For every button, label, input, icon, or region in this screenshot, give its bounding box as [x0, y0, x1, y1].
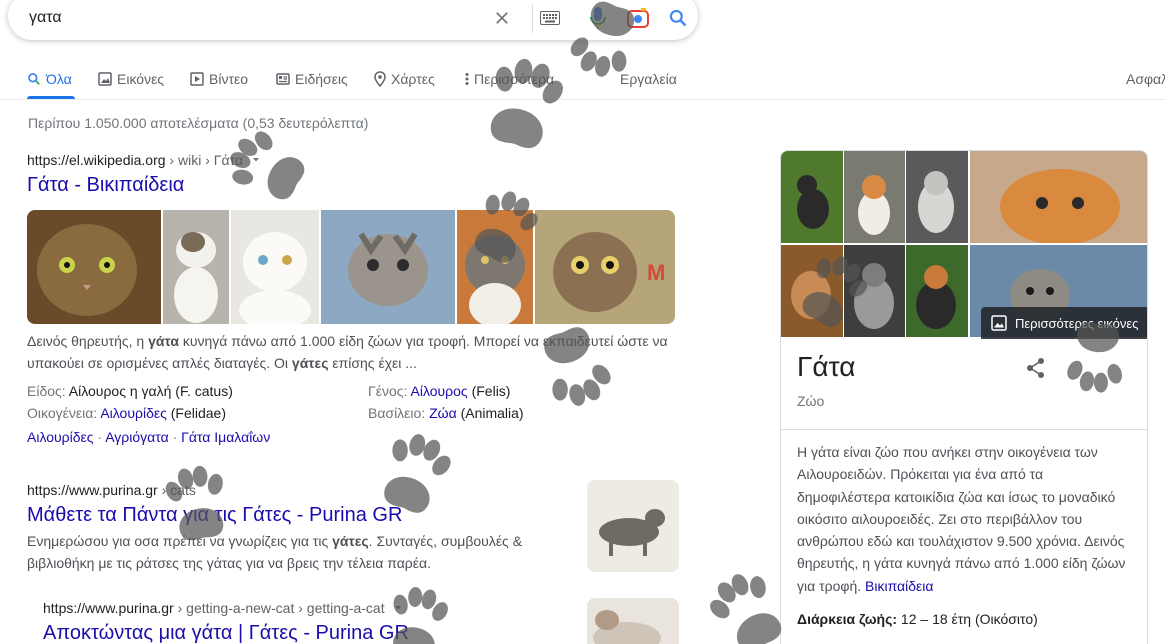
kp-lifespan: Διάρκεια ζωής: 12 – 18 έτη (Οικόσιτο): [797, 611, 1038, 627]
tab-news[interactable]: Ειδήσεις: [276, 68, 348, 90]
chevron-down-icon[interactable]: [393, 603, 403, 613]
result-title[interactable]: Γάτα - Βικιπαίδεια: [27, 172, 677, 198]
cat-photo[interactable]: [906, 245, 968, 337]
result-url[interactable]: https://www.purina.gr › cats: [27, 482, 577, 498]
result-snippet: Δεινός θηρευτής, η γάτα κυνηγά πάνω από …: [27, 333, 668, 371]
microphone-icon[interactable]: [586, 6, 610, 30]
cat-photo[interactable]: [906, 151, 968, 243]
related-link[interactable]: Αγριόγατα: [105, 429, 168, 445]
tab-label: Χάρτες: [391, 71, 435, 87]
result-site: https://www.purina.gr: [43, 600, 174, 616]
tab-safesearch[interactable]: Ασφαλ: [1126, 68, 1165, 90]
cat-photo[interactable]: [970, 151, 1148, 243]
cat-photo[interactable]: [163, 210, 229, 324]
cat-photo[interactable]: [27, 210, 161, 324]
knowledge-panel: Περισσότερες εικόνες Γάτα Ζώο Η γάτα είν…: [780, 150, 1148, 644]
result-thumbnail[interactable]: [587, 480, 679, 572]
tab-tools[interactable]: Εργαλεία: [620, 68, 677, 90]
result-stats: Περίπου 1.050.000 αποτελέσματα (0,53 δευ…: [28, 115, 369, 131]
search-result: https://www.purina.gr › cats Μάθετε τα Π…: [27, 482, 577, 574]
map-pin-icon: [374, 71, 386, 87]
chevron-down-icon[interactable]: [251, 155, 261, 165]
search-icon: [28, 73, 40, 85]
tab-maps[interactable]: Χάρτες: [374, 68, 435, 90]
more-images-button[interactable]: Περισσότερες εικόνες: [981, 307, 1147, 339]
result-snippet: Ενημερώσου για οσα πρέπει να γνωρίζεις γ…: [27, 533, 523, 571]
tab-label: Περισσότερα: [474, 71, 555, 87]
result-site: https://el.wikipedia.org: [27, 152, 166, 168]
search-divider: [532, 5, 533, 33]
cat-photo[interactable]: [321, 210, 455, 324]
cat-photo[interactable]: M: [535, 210, 675, 324]
tab-videos[interactable]: Βίντεο: [190, 68, 248, 90]
fact-kingdom[interactable]: Βασίλειο: Ζώα (Animalia): [368, 402, 524, 424]
kp-title: Γάτα: [797, 351, 856, 382]
result-title[interactable]: Μάθετε τα Πάντα για τις Γάτες - Purina G…: [27, 502, 577, 528]
result-path: › getting-a-new-cat › getting-a-cat: [173, 600, 385, 616]
result-path: › wiki › Γάτα: [165, 152, 243, 168]
cat-photo[interactable]: [781, 245, 843, 337]
tab-label: Εργαλεία: [620, 71, 677, 87]
tab-images[interactable]: Εικόνες: [98, 68, 164, 90]
search-input[interactable]: γατα: [29, 9, 62, 27]
tab-label: Ασφαλ: [1126, 71, 1165, 87]
result-path: › cats: [157, 482, 196, 498]
cat-photo[interactable]: [844, 245, 905, 337]
tab-more[interactable]: Περισσότερα: [465, 68, 554, 90]
kp-description: Η γάτα είναι ζώο που ανήκει στην οικογέν…: [797, 444, 1126, 594]
news-icon: [276, 73, 290, 85]
fact-family[interactable]: Οικογένεια: Αιλουρίδες (Felidae): [27, 402, 226, 424]
cat-photo[interactable]: [844, 151, 905, 243]
tab-all[interactable]: Όλα: [27, 68, 72, 90]
result-site: https://www.purina.gr: [27, 482, 158, 498]
cat-photo[interactable]: [781, 151, 843, 243]
tab-label: Βίντεο: [209, 71, 249, 87]
fact-genus[interactable]: Γένος: Αίλουρος (Felis): [368, 380, 510, 402]
result-title[interactable]: Αποκτώντας μια γάτα | Γάτες - Purina GR: [43, 620, 573, 644]
search-tabs: Όλα Εικόνες Βίντεο Ειδήσεις Χάρτες Περισ…: [0, 58, 1165, 100]
search-box[interactable]: γατα: [8, 0, 698, 40]
result-url[interactable]: https://el.wikipedia.org › wiki › Γάτα: [27, 152, 677, 168]
keyboard-icon[interactable]: [538, 6, 562, 30]
svg-text:M: M: [647, 260, 665, 285]
search-result: https://www.purina.gr › getting-a-new-ca…: [43, 600, 573, 644]
tab-label: Ειδήσεις: [295, 71, 348, 87]
image-strip[interactable]: M: [27, 210, 675, 324]
play-icon: [190, 72, 204, 86]
related-link[interactable]: Αιλουρίδες: [27, 429, 94, 445]
tab-label: Όλα: [46, 71, 72, 87]
kp-divider: [781, 429, 1147, 430]
camera-lens-icon[interactable]: [626, 6, 650, 30]
more-vert-icon: [465, 73, 469, 85]
result-thumbnail[interactable]: [587, 598, 679, 644]
cat-photo[interactable]: [457, 210, 533, 324]
search-result: https://el.wikipedia.org › wiki › Γάτα Γ…: [27, 152, 677, 198]
kp-subtitle: Ζώο: [797, 393, 825, 409]
fact-species: Είδος: Αίλουρος η γαλή (F. catus): [27, 383, 233, 399]
result-url[interactable]: https://www.purina.gr › getting-a-new-ca…: [43, 600, 573, 616]
kp-source-link[interactable]: Βικιπαίδεια: [865, 578, 933, 594]
active-tab-indicator: [27, 96, 75, 99]
related-link[interactable]: Γάτα Ιμαλαΐων: [181, 429, 270, 445]
kp-image-grid[interactable]: Περισσότερες εικόνες: [781, 151, 1148, 339]
tab-label: Εικόνες: [117, 71, 165, 87]
share-icon[interactable]: [1025, 357, 1047, 379]
image-icon: [98, 72, 112, 86]
cat-photo[interactable]: [231, 210, 319, 324]
clear-icon[interactable]: [490, 6, 514, 30]
more-images-label: Περισσότερες εικόνες: [1015, 315, 1139, 331]
search-icon[interactable]: [666, 6, 690, 30]
related-links: Αιλουρίδες · Αγριόγατα · Γάτα Ιμαλαΐων: [27, 429, 271, 445]
image-icon: [991, 315, 1007, 331]
